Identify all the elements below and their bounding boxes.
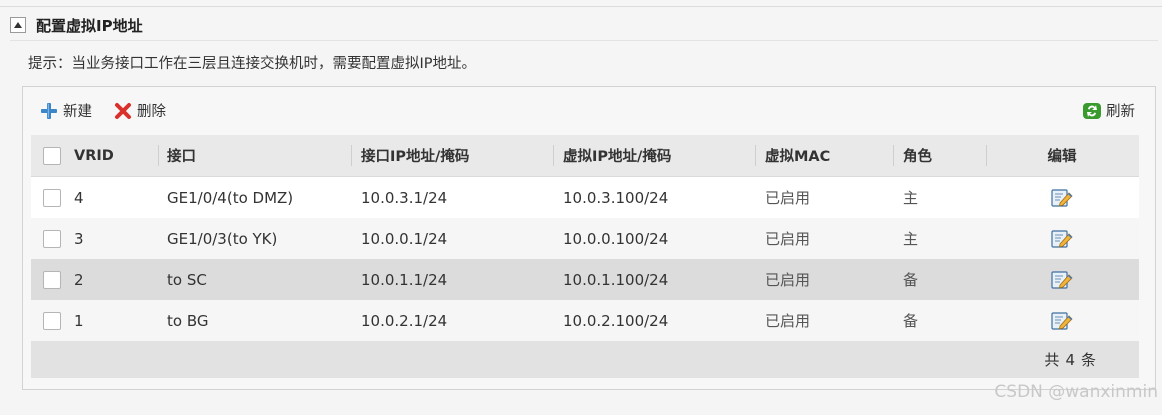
interface-cell: GE1/0/4(to DMZ) bbox=[167, 188, 294, 207]
row-checkbox[interactable] bbox=[43, 188, 61, 207]
section-header: 配置虚拟IP地址 bbox=[10, 14, 143, 36]
virtual-mac-cell: 已启用 bbox=[765, 271, 811, 289]
interface-cell: GE1/0/3(to YK) bbox=[167, 229, 278, 248]
refresh-icon bbox=[1083, 102, 1101, 119]
toolbar: 新建 删除 刷新 bbox=[23, 87, 1155, 135]
edit-cell bbox=[986, 300, 1138, 341]
edit-cell bbox=[986, 177, 1138, 218]
edit-cell bbox=[986, 259, 1138, 300]
header-virtual-ip[interactable]: 虚拟IP地址/掩码 bbox=[553, 135, 755, 176]
triangle-up-icon bbox=[14, 22, 22, 28]
delete-label: 删除 bbox=[137, 104, 166, 120]
edit-icon[interactable] bbox=[1051, 229, 1073, 249]
section-title: 配置虚拟IP地址 bbox=[36, 16, 143, 35]
vrid-cell: 2 bbox=[74, 270, 84, 289]
refresh-button[interactable]: 刷新 bbox=[1082, 100, 1135, 121]
total-suffix: 条 bbox=[1080, 351, 1096, 369]
edit-icon[interactable] bbox=[1051, 270, 1073, 290]
interface-ip-cell: 10.0.1.1/24 bbox=[361, 270, 448, 289]
header-interface-ip[interactable]: 接口IP地址/掩码 bbox=[351, 135, 553, 176]
edit-icon[interactable] bbox=[1051, 188, 1073, 208]
hint-text: 提示：当业务接口工作在三层且连接交换机时，需要配置虚拟IP地址。 bbox=[28, 56, 477, 72]
vip-panel: 新建 删除 刷新 VRID 接口 接口IP地址/掩码 虚拟IP地址/掩码 虚拟M… bbox=[22, 86, 1156, 390]
total-prefix: 共 bbox=[1044, 351, 1060, 369]
row-checkbox-cell bbox=[31, 300, 71, 341]
row-checkbox-cell bbox=[31, 218, 71, 259]
role-cell: 主 bbox=[903, 230, 919, 248]
interface-ip-cell: 10.0.3.1/24 bbox=[361, 188, 448, 207]
new-label: 新建 bbox=[63, 104, 92, 120]
plus-icon bbox=[41, 102, 57, 119]
role-cell: 备 bbox=[903, 312, 919, 330]
row-checkbox-cell bbox=[31, 177, 71, 218]
total-count: 4 bbox=[1065, 350, 1075, 369]
table-header: VRID 接口 接口IP地址/掩码 虚拟IP地址/掩码 虚拟MAC 角色 编辑 bbox=[31, 135, 1139, 177]
virtual-ip-cell: 10.0.3.100/24 bbox=[563, 188, 669, 207]
row-checkbox[interactable] bbox=[43, 270, 61, 289]
virtual-mac-cell: 已启用 bbox=[765, 230, 811, 248]
refresh-label: 刷新 bbox=[1106, 104, 1135, 120]
header-vrid[interactable]: VRID bbox=[71, 135, 158, 176]
row-checkbox[interactable] bbox=[43, 229, 61, 248]
virtual-mac-cell: 已启用 bbox=[765, 312, 811, 330]
interface-cell: to BG bbox=[167, 311, 209, 330]
edit-icon[interactable] bbox=[1051, 311, 1073, 331]
edit-cell bbox=[986, 218, 1138, 259]
header-role[interactable]: 角色 bbox=[893, 135, 986, 176]
select-all-checkbox[interactable] bbox=[43, 146, 61, 165]
header-interface[interactable]: 接口 bbox=[158, 135, 351, 176]
table-row[interactable]: 4 GE1/0/4(to DMZ) 10.0.3.1/24 10.0.3.100… bbox=[31, 177, 1139, 218]
interface-cell: to SC bbox=[167, 270, 207, 289]
vrid-cell: 4 bbox=[74, 188, 84, 207]
row-checkbox[interactable] bbox=[43, 311, 61, 330]
virtual-ip-cell: 10.0.0.100/24 bbox=[563, 229, 669, 248]
top-divider bbox=[0, 6, 1162, 7]
vrid-cell: 1 bbox=[74, 311, 84, 330]
interface-ip-cell: 10.0.0.1/24 bbox=[361, 229, 448, 248]
table-row[interactable]: 3 GE1/0/3(to YK) 10.0.0.1/24 10.0.0.100/… bbox=[31, 218, 1139, 259]
virtual-ip-cell: 10.0.2.100/24 bbox=[563, 311, 669, 330]
header-divider bbox=[10, 40, 1158, 41]
header-checkbox-cell bbox=[31, 135, 71, 176]
virtual-mac-cell: 已启用 bbox=[765, 189, 811, 207]
table-row[interactable]: 1 to BG 10.0.2.1/24 10.0.2.100/24 已启用 备 bbox=[31, 300, 1139, 341]
delete-x-icon bbox=[115, 102, 131, 119]
watermark: CSDN @wanxinmin bbox=[994, 382, 1158, 402]
vrid-cell: 3 bbox=[74, 229, 84, 248]
role-cell: 备 bbox=[903, 271, 919, 289]
delete-button[interactable]: 删除 bbox=[113, 100, 166, 121]
role-cell: 主 bbox=[903, 189, 919, 207]
header-edit: 编辑 bbox=[986, 135, 1138, 176]
new-button[interactable]: 新建 bbox=[39, 100, 92, 121]
row-checkbox-cell bbox=[31, 259, 71, 300]
vip-table: VRID 接口 接口IP地址/掩码 虚拟IP地址/掩码 虚拟MAC 角色 编辑 … bbox=[31, 135, 1139, 378]
interface-ip-cell: 10.0.2.1/24 bbox=[361, 311, 448, 330]
table-row[interactable]: 2 to SC 10.0.1.1/24 10.0.1.100/24 已启用 备 bbox=[31, 259, 1139, 300]
header-virtual-mac[interactable]: 虚拟MAC bbox=[755, 135, 893, 176]
collapse-toggle[interactable] bbox=[10, 17, 26, 33]
table-footer: 共 4 条 bbox=[31, 341, 1139, 378]
virtual-ip-cell: 10.0.1.100/24 bbox=[563, 270, 669, 289]
